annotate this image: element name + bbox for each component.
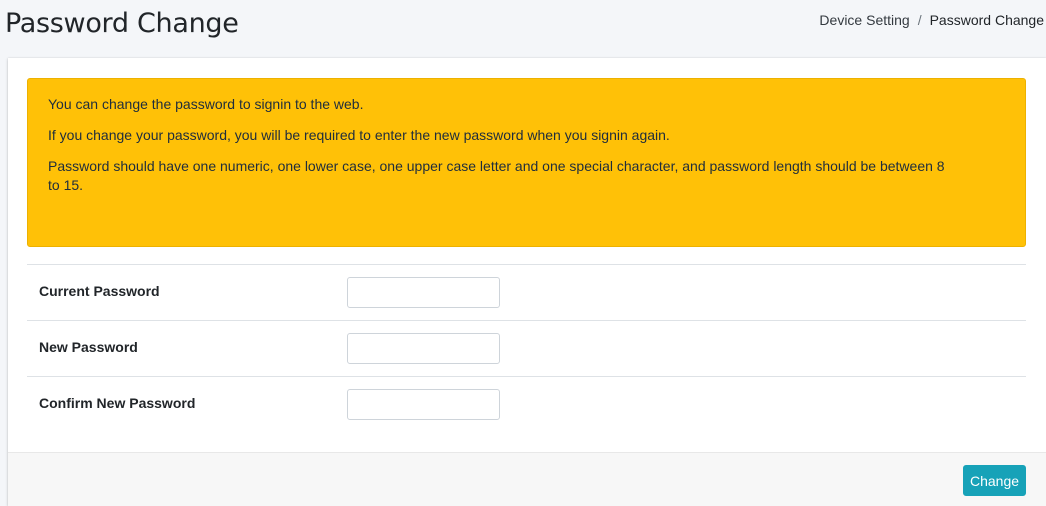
alert-line: You can change the password to signin to… xyxy=(48,96,364,112)
confirm-new-password-label: Confirm New Password xyxy=(39,395,196,411)
alert-line: Password should have one numeric, one lo… xyxy=(48,158,945,193)
breadcrumb: Device Setting / Password Change xyxy=(819,12,1044,28)
current-password-input[interactable] xyxy=(347,277,500,308)
new-password-label: New Password xyxy=(39,339,138,355)
alert-line: If you change your password, you will be… xyxy=(48,127,670,143)
form-row-confirm-password: Confirm New Password xyxy=(27,376,1026,432)
confirm-new-password-input[interactable] xyxy=(347,389,500,420)
card-footer: Change xyxy=(8,452,1046,506)
password-form: Current Password New Password Confirm Ne… xyxy=(27,264,1026,432)
breadcrumb-separator: / xyxy=(917,12,922,28)
new-password-input[interactable] xyxy=(347,333,500,364)
breadcrumb-item-device-setting[interactable]: Device Setting xyxy=(819,12,909,28)
change-button[interactable]: Change xyxy=(963,465,1026,496)
page-header: Password Change Device Setting / Passwor… xyxy=(0,0,1046,52)
form-row-new-password: New Password xyxy=(27,320,1026,376)
info-alert: You can change the password to signin to… xyxy=(27,78,1026,247)
form-row-current-password: Current Password xyxy=(27,264,1026,320)
breadcrumb-item-password-change: Password Change xyxy=(929,12,1044,28)
page-title: Password Change xyxy=(5,8,239,39)
password-change-card: You can change the password to signin to… xyxy=(8,58,1046,506)
current-password-label: Current Password xyxy=(39,283,160,299)
